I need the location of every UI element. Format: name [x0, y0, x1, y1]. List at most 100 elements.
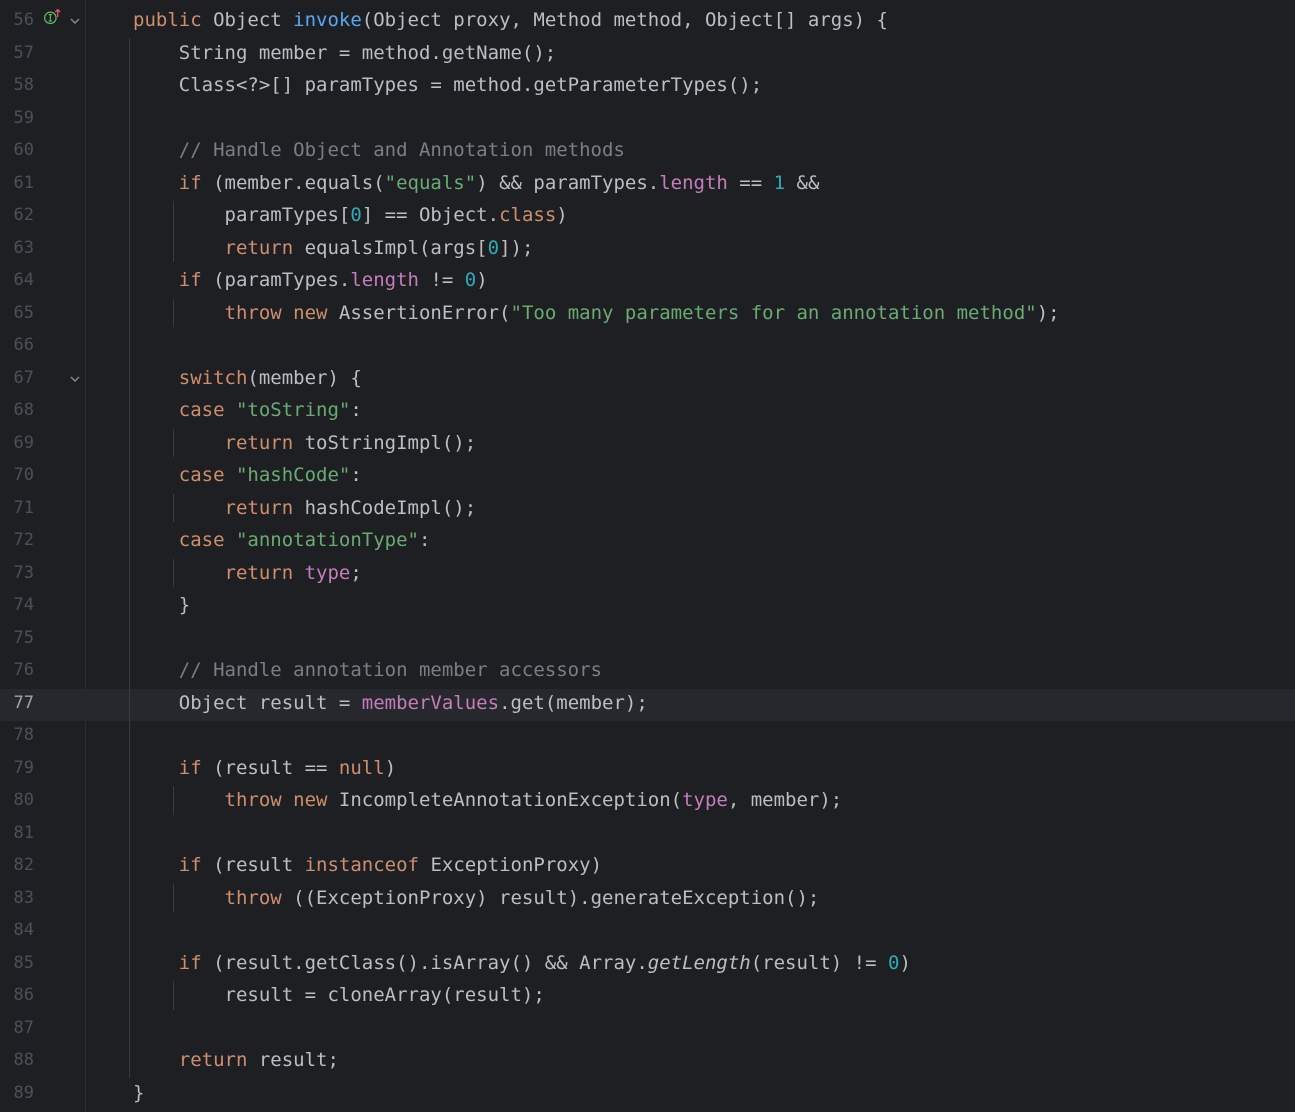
code-text[interactable]: }: [133, 1082, 144, 1104]
code-line[interactable]: 87: [0, 1014, 1295, 1047]
code-text[interactable]: throw new IncompleteAnnotationException(…: [133, 789, 843, 811]
line-number[interactable]: 79: [0, 758, 34, 778]
line-number[interactable]: 65: [0, 303, 34, 323]
code-line[interactable]: 57 String member = method.getName();: [0, 39, 1295, 72]
code-line[interactable]: 66: [0, 331, 1295, 364]
line-number[interactable]: 84: [0, 920, 34, 940]
code-text[interactable]: throw new AssertionError("Too many param…: [133, 302, 1060, 324]
line-number[interactable]: 64: [0, 270, 34, 290]
line-number[interactable]: 83: [0, 888, 34, 908]
code-text[interactable]: case "hashCode":: [133, 464, 362, 486]
code-line[interactable]: 84: [0, 916, 1295, 949]
code-line[interactable]: 82 if (result instanceof ExceptionProxy): [0, 851, 1295, 884]
line-number[interactable]: 80: [0, 790, 34, 810]
code-text[interactable]: switch(member) {: [133, 367, 362, 389]
line-number[interactable]: 87: [0, 1018, 34, 1038]
code-text[interactable]: return hashCodeImpl();: [133, 497, 477, 519]
line-number[interactable]: 56: [0, 10, 34, 30]
code-line[interactable]: 65 throw new AssertionError("Too many pa…: [0, 299, 1295, 332]
line-number[interactable]: 70: [0, 465, 34, 485]
code-line[interactable]: 72 case "annotationType":: [0, 526, 1295, 559]
code-text[interactable]: if (member.equals("equals") && paramType…: [133, 172, 820, 194]
code-line[interactable]: 85 if (result.getClass().isArray() && Ar…: [0, 949, 1295, 982]
code-line[interactable]: 58 Class<?>[] paramTypes = method.getPar…: [0, 71, 1295, 104]
code-text[interactable]: result = cloneArray(result);: [133, 984, 545, 1006]
code-line[interactable]: 76 // Handle annotation member accessors: [0, 656, 1295, 689]
line-number[interactable]: 75: [0, 628, 34, 648]
code-line[interactable]: 60 // Handle Object and Annotation metho…: [0, 136, 1295, 169]
code-line[interactable]: 80 throw new IncompleteAnnotationExcepti…: [0, 786, 1295, 819]
code-line[interactable]: 77 Object result = memberValues.get(memb…: [0, 688, 1295, 721]
code-text[interactable]: String member = method.getName();: [133, 42, 557, 64]
code-line[interactable]: 78: [0, 721, 1295, 754]
line-number[interactable]: 66: [0, 335, 34, 355]
line-number[interactable]: 77: [0, 693, 34, 713]
code-line[interactable]: 70 case "hashCode":: [0, 461, 1295, 494]
line-number[interactable]: 74: [0, 595, 34, 615]
code-line[interactable]: 56 public Object invoke(Object proxy, Met…: [0, 6, 1295, 39]
code-line[interactable]: 86 result = cloneArray(result);: [0, 981, 1295, 1014]
code-text[interactable]: if (result.getClass().isArray() && Array…: [133, 952, 911, 974]
line-number[interactable]: 57: [0, 43, 34, 63]
code-text[interactable]: return result;: [133, 1049, 339, 1071]
code-line[interactable]: 61 if (member.equals("equals") && paramT…: [0, 169, 1295, 202]
code-text[interactable]: if (result instanceof ExceptionProxy): [133, 854, 602, 876]
chevron-down-icon[interactable]: [68, 372, 82, 386]
code-line[interactable]: 67 switch(member) {: [0, 364, 1295, 397]
implements-up-arrow-icon[interactable]: [40, 8, 64, 26]
code-text[interactable]: public Object invoke(Object proxy, Metho…: [133, 9, 888, 31]
line-number[interactable]: 68: [0, 400, 34, 420]
code-line[interactable]: 71 return hashCodeImpl();: [0, 494, 1295, 527]
code-text[interactable]: return type;: [133, 562, 362, 584]
code-line[interactable]: 88 return result;: [0, 1046, 1295, 1079]
line-number[interactable]: 69: [0, 433, 34, 453]
line-number[interactable]: 89: [0, 1083, 34, 1103]
code-line[interactable]: 59: [0, 104, 1295, 137]
code-line[interactable]: 73 return type;: [0, 559, 1295, 592]
code-text[interactable]: throw ((ExceptionProxy) result).generate…: [133, 887, 820, 909]
line-number[interactable]: 58: [0, 75, 34, 95]
code-text[interactable]: Class<?>[] paramTypes = method.getParame…: [133, 74, 762, 96]
line-number[interactable]: 71: [0, 498, 34, 518]
code-text[interactable]: }: [133, 594, 190, 616]
code-line[interactable]: 83 throw ((ExceptionProxy) result).gener…: [0, 884, 1295, 917]
code-line[interactable]: 89}: [0, 1079, 1295, 1112]
code-line[interactable]: 81: [0, 819, 1295, 852]
code-line[interactable]: 64 if (paramTypes.length != 0): [0, 266, 1295, 299]
line-number[interactable]: 63: [0, 238, 34, 258]
code-line[interactable]: 74 }: [0, 591, 1295, 624]
line-number[interactable]: 81: [0, 823, 34, 843]
line-number[interactable]: 61: [0, 173, 34, 193]
code-line[interactable]: 68 case "toString":: [0, 396, 1295, 429]
chevron-down-icon[interactable]: [68, 14, 82, 28]
code-line[interactable]: 79 if (result == null): [0, 754, 1295, 787]
line-number[interactable]: 78: [0, 725, 34, 745]
code-text[interactable]: // Handle annotation member accessors: [133, 659, 602, 681]
line-number[interactable]: 72: [0, 530, 34, 550]
line-number[interactable]: 82: [0, 855, 34, 875]
line-number[interactable]: 86: [0, 985, 34, 1005]
code-text[interactable]: return equalsImpl(args[0]);: [133, 237, 534, 259]
code-text[interactable]: // Handle Object and Annotation methods: [133, 139, 625, 161]
code-line[interactable]: 62 paramTypes[0] == Object.class): [0, 201, 1295, 234]
code-line[interactable]: 63 return equalsImpl(args[0]);: [0, 234, 1295, 267]
code-text[interactable]: return toStringImpl();: [133, 432, 477, 454]
code-text[interactable]: paramTypes[0] == Object.class): [133, 204, 568, 226]
line-number[interactable]: 73: [0, 563, 34, 583]
code-text[interactable]: if (paramTypes.length != 0): [133, 269, 488, 291]
code-editor[interactable]: 56 public Object invoke(Object proxy, Met…: [0, 0, 1295, 1112]
line-number[interactable]: 67: [0, 368, 34, 388]
code-text[interactable]: case "annotationType":: [133, 529, 431, 551]
code-line[interactable]: 75: [0, 624, 1295, 657]
code-text[interactable]: if (result == null): [133, 757, 396, 779]
line-number[interactable]: 76: [0, 660, 34, 680]
code-text[interactable]: case "toString":: [133, 399, 362, 421]
code-token: Object result =: [133, 691, 362, 714]
code-text[interactable]: Object result = memberValues.get(member)…: [133, 692, 648, 714]
line-number[interactable]: 60: [0, 140, 34, 160]
code-line[interactable]: 69 return toStringImpl();: [0, 429, 1295, 462]
line-number[interactable]: 88: [0, 1050, 34, 1070]
line-number[interactable]: 62: [0, 205, 34, 225]
line-number[interactable]: 59: [0, 108, 34, 128]
line-number[interactable]: 85: [0, 953, 34, 973]
